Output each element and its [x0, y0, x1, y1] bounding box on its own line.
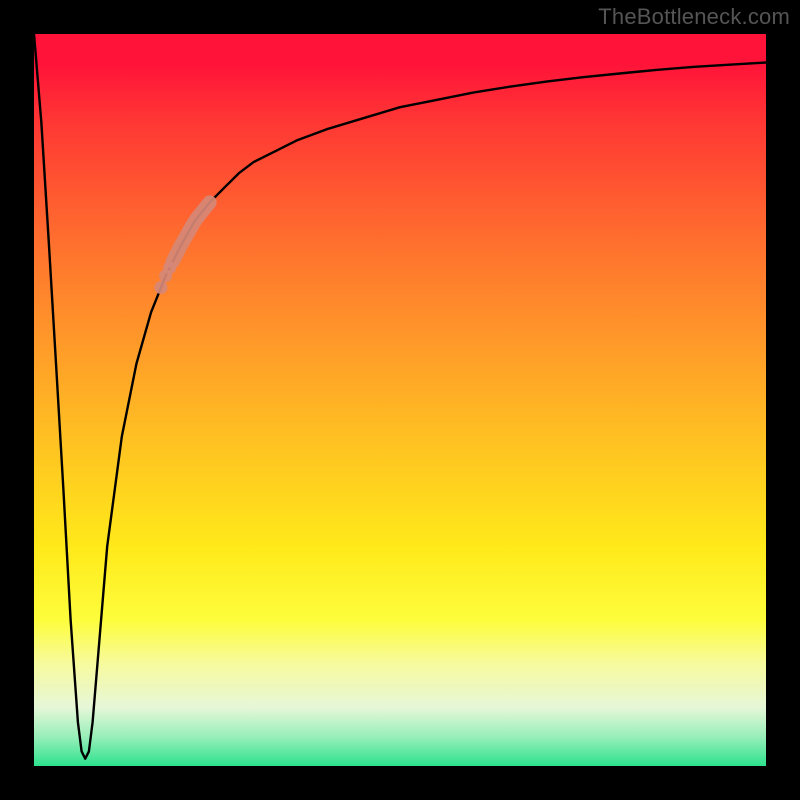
highlight-segment-upper [173, 202, 210, 261]
watermark-text: TheBottleneck.com [598, 4, 790, 30]
plot-area [34, 34, 766, 766]
chart-frame: TheBottleneck.com [0, 0, 800, 800]
highlight-dot [163, 261, 176, 274]
highlight-dots [155, 261, 177, 294]
chart-svg [34, 34, 766, 766]
highlight-dot [155, 281, 168, 294]
bottleneck-curve [34, 34, 766, 759]
